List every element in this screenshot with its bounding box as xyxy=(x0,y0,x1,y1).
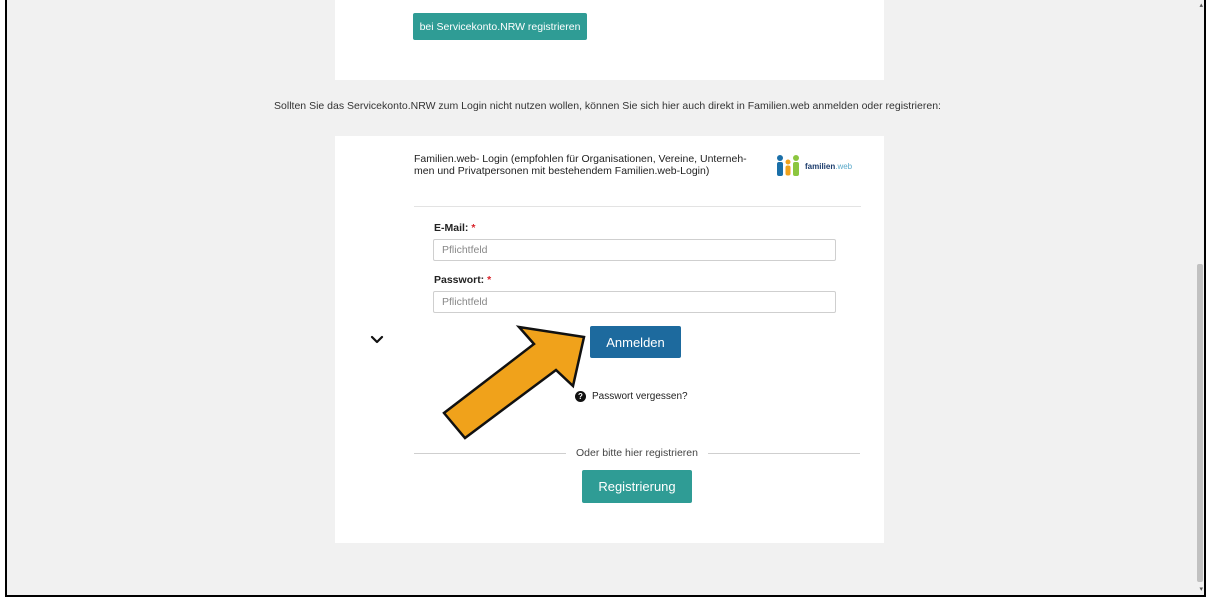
email-field[interactable] xyxy=(433,239,836,261)
login-header-line-2: men und Privatpersonen mit bestehendem F… xyxy=(414,165,710,177)
servicekonto-register-button[interactable]: bei Servicekonto.NRW registrieren xyxy=(413,13,587,40)
scroll-thumb[interactable] xyxy=(1197,264,1203,582)
email-label: E-Mail: * xyxy=(434,222,476,234)
forgot-password-link[interactable]: ? Passwort vergessen? xyxy=(575,391,688,402)
divider-left xyxy=(414,453,566,454)
chevron-down-icon[interactable] xyxy=(370,333,384,347)
forgot-password-text: Passwort vergessen? xyxy=(592,391,688,402)
register-button[interactable]: Registrierung xyxy=(582,470,692,503)
browser-viewport: bei Servicekonto.NRW registrieren Sollte… xyxy=(5,0,1206,597)
familien-web-logo: familien.web xyxy=(774,151,864,181)
divider-text: Oder bitte hier registrieren xyxy=(576,447,698,459)
login-header: Familien.web- Login (empfohlen für Organ… xyxy=(414,153,771,177)
logo-text: familien.web xyxy=(805,161,853,171)
scrollbar[interactable]: ▴ ▾ xyxy=(1196,0,1204,595)
login-button[interactable]: Anmelden xyxy=(590,326,681,358)
login-header-line-1: Familien.web- Login (empfohlen für Organ… xyxy=(414,153,747,165)
login-card: Familien.web- Login (empfohlen für Organ… xyxy=(335,136,884,543)
family-icon xyxy=(777,155,799,176)
question-circle-icon: ? xyxy=(575,391,586,402)
info-text: Sollten Sie das Servicekonto.NRW zum Log… xyxy=(274,100,941,112)
password-label: Passwort: * xyxy=(434,274,492,286)
password-field[interactable] xyxy=(433,291,836,313)
header-divider xyxy=(414,206,861,207)
scroll-down-icon[interactable]: ▾ xyxy=(1199,586,1203,593)
divider-right xyxy=(708,453,860,454)
scroll-up-icon[interactable]: ▴ xyxy=(1199,2,1203,9)
servicekonto-card: bei Servicekonto.NRW registrieren xyxy=(335,0,884,80)
